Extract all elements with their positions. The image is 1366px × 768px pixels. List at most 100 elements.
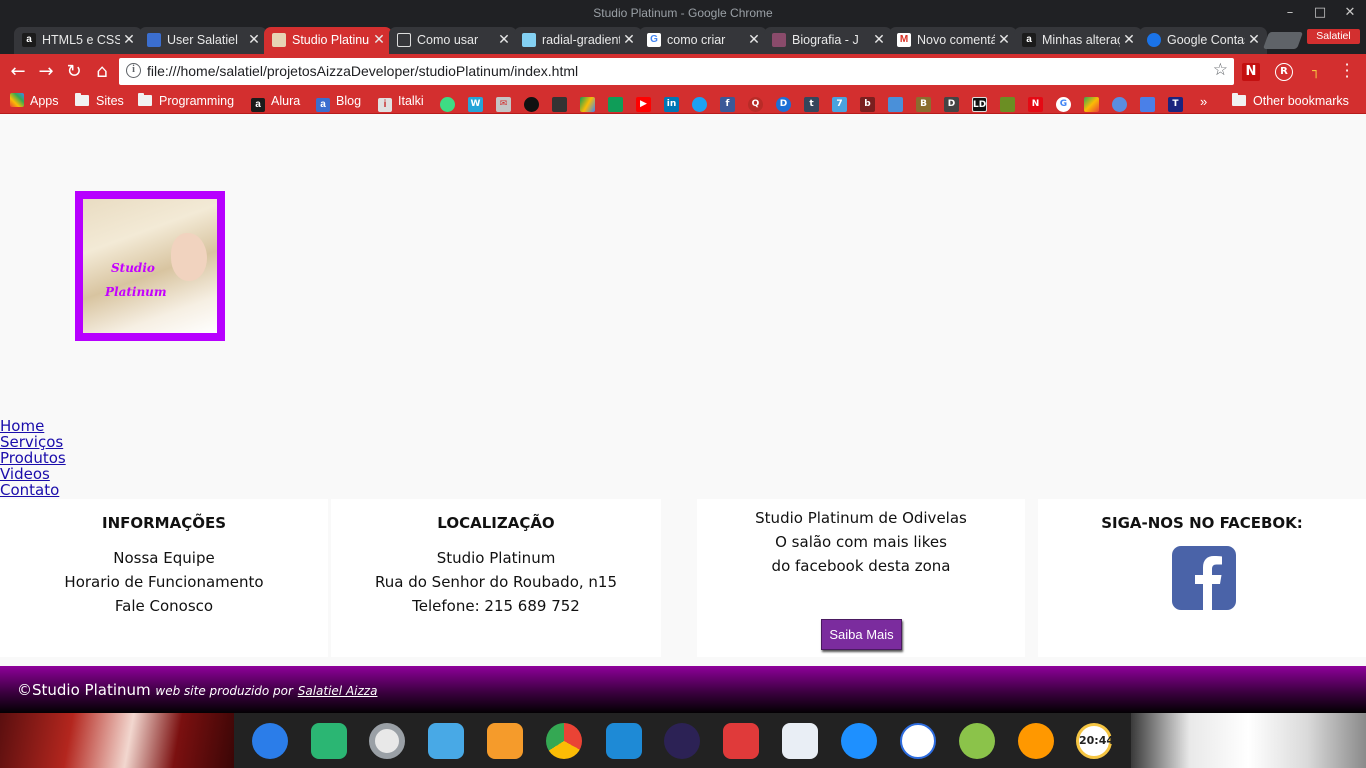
- nav-servicos-link[interactable]: Serviços: [0, 434, 66, 450]
- w-app-icon[interactable]: W: [468, 97, 483, 112]
- power-icon[interactable]: [959, 723, 995, 759]
- settings-icon[interactable]: [369, 723, 405, 759]
- saiba-mais-button[interactable]: Saiba Mais: [821, 619, 902, 650]
- d-app-icon[interactable]: D: [776, 97, 791, 112]
- google-translate-icon[interactable]: [1140, 97, 1155, 112]
- new-tab-button[interactable]: [1262, 32, 1304, 49]
- chrome-icon[interactable]: [546, 723, 582, 759]
- terminal-icon[interactable]: [723, 723, 759, 759]
- nav-produtos-link[interactable]: Produtos: [0, 450, 66, 466]
- bookmark-alura[interactable]: a Alura: [251, 93, 300, 112]
- bookmark-other[interactable]: Other bookmarks: [1232, 93, 1349, 110]
- mail-icon[interactable]: ✉: [496, 97, 511, 112]
- info-line: Nossa Equipe: [113, 549, 215, 567]
- bookmark-star-icon[interactable]: ☆: [1213, 60, 1228, 80]
- quora-icon[interactable]: Q: [748, 97, 763, 112]
- editor-icon[interactable]: [782, 723, 818, 759]
- footer-author-link[interactable]: Salatiel Aizza: [298, 684, 378, 698]
- google-bookmark-icon[interactable]: G: [1056, 97, 1071, 112]
- ld-app-icon[interactable]: LD: [972, 97, 987, 112]
- t-app-icon[interactable]: T: [1168, 97, 1183, 112]
- tab-como-criar[interactable]: G como criar ✕: [639, 27, 767, 54]
- youtube-icon[interactable]: ▶: [636, 97, 651, 112]
- twitter-icon[interactable]: [692, 97, 707, 112]
- facebook-icon[interactable]: [1172, 546, 1236, 610]
- store-icon[interactable]: [428, 723, 464, 759]
- wifi-icon[interactable]: [841, 723, 877, 759]
- tab-como-usar[interactable]: Como usar ✕: [389, 27, 517, 54]
- tab-minhas-alteracoes[interactable]: a Minhas alterações ✕: [1014, 27, 1142, 54]
- nav-videos-link[interactable]: Videos: [0, 466, 66, 482]
- launcher-icon[interactable]: [252, 723, 288, 759]
- close-icon[interactable]: ✕: [747, 31, 761, 47]
- pt-app-icon[interactable]: [900, 723, 936, 759]
- leaf-icon[interactable]: [1000, 97, 1015, 112]
- netflix-icon[interactable]: N: [1028, 97, 1043, 112]
- netflix-extension-icon[interactable]: N: [1242, 63, 1260, 81]
- bookmark-italki[interactable]: i Italki: [378, 93, 424, 112]
- seven-app-icon[interactable]: 7: [832, 97, 847, 112]
- b9-app-icon[interactable]: B: [916, 97, 931, 112]
- maximize-button[interactable]: □: [1306, 3, 1334, 23]
- close-icon[interactable]: ✕: [1247, 31, 1261, 47]
- facebook-column: SIGA-NOS NO FACEBOK:: [1038, 499, 1366, 657]
- drive-icon[interactable]: [580, 97, 595, 112]
- url-text[interactable]: file:///home/salatiel/projetosAizzaDevel…: [147, 63, 578, 79]
- translate-app-icon[interactable]: [888, 97, 903, 112]
- bookmark-sites[interactable]: Sites: [75, 93, 124, 110]
- d-dark-icon[interactable]: D: [944, 97, 959, 112]
- nav-home-link[interactable]: Home: [0, 418, 66, 434]
- minimize-button[interactable]: –: [1276, 3, 1304, 23]
- home-icon[interactable]: ⌂: [90, 60, 114, 84]
- close-icon[interactable]: ✕: [372, 31, 386, 47]
- tab-label: como criar: [667, 33, 726, 47]
- clock-app-icon[interactable]: [1018, 723, 1054, 759]
- chat-icon[interactable]: [552, 97, 567, 112]
- nav-contato-link[interactable]: Contato: [0, 482, 66, 498]
- tab-novo-comentario[interactable]: M Novo comentário ✕: [889, 27, 1017, 54]
- sheets-icon[interactable]: [608, 97, 623, 112]
- close-icon[interactable]: ✕: [122, 31, 136, 47]
- tumblr-icon[interactable]: t: [804, 97, 819, 112]
- globe-icon[interactable]: [1112, 97, 1127, 112]
- facebook-bookmark-icon[interactable]: f: [720, 97, 735, 112]
- tab-biografia[interactable]: Biografia - J ✕: [764, 27, 892, 54]
- location-line: Rua do Senhor do Roubado, n15: [375, 573, 617, 591]
- profile-badge[interactable]: Salatiel: [1307, 29, 1360, 44]
- tab-html5[interactable]: a HTML5 e CSS ✕: [14, 27, 142, 54]
- bookmark-programming[interactable]: Programming: [138, 93, 234, 110]
- chrome-menu-icon[interactable]: · · ·: [1342, 57, 1352, 85]
- close-icon[interactable]: ✕: [247, 31, 261, 47]
- close-icon[interactable]: ✕: [872, 31, 886, 47]
- tab-user-salatiel[interactable]: User Salatiel ✕: [139, 27, 267, 54]
- vscode-icon[interactable]: [606, 723, 642, 759]
- maps-icon[interactable]: [1084, 97, 1099, 112]
- close-icon[interactable]: ✕: [497, 31, 511, 47]
- android-icon[interactable]: [440, 97, 455, 112]
- tab-google-contas[interactable]: Google Contas ✕: [1139, 27, 1267, 54]
- files-manager-icon[interactable]: [311, 723, 347, 759]
- reload-icon[interactable]: ↻: [62, 60, 86, 84]
- address-bar[interactable]: i file:///home/salatiel/projetosAizzaDev…: [119, 58, 1234, 85]
- info-icon[interactable]: i: [126, 63, 141, 78]
- tab-label: Studio Platinum: [292, 33, 370, 47]
- back-icon[interactable]: ←: [6, 60, 30, 84]
- bookmark-blog[interactable]: a Blog: [316, 93, 361, 112]
- shop-icon[interactable]: [487, 723, 523, 759]
- bookmark-apps[interactable]: Apps: [10, 93, 59, 110]
- extension-r-icon[interactable]: R: [1275, 63, 1293, 81]
- extension-tool-icon[interactable]: ┐: [1307, 63, 1325, 81]
- bm-app-icon[interactable]: b: [860, 97, 875, 112]
- tab-radial-gradient[interactable]: radial-gradient ✕: [514, 27, 642, 54]
- linkedin-icon[interactable]: in: [664, 97, 679, 112]
- close-icon[interactable]: ✕: [997, 31, 1011, 47]
- close-icon[interactable]: ✕: [622, 31, 636, 47]
- github-icon[interactable]: [524, 97, 539, 112]
- forward-icon[interactable]: →: [34, 60, 58, 84]
- tab-studio-platinum[interactable]: Studio Platinum ✕: [264, 27, 392, 54]
- close-window-button[interactable]: ✕: [1336, 3, 1364, 23]
- bookmarks-overflow[interactable]: »: [1200, 93, 1207, 110]
- clock-icon[interactable]: 20:44: [1076, 723, 1114, 759]
- eclipse-icon[interactable]: [664, 723, 700, 759]
- close-icon[interactable]: ✕: [1122, 31, 1136, 47]
